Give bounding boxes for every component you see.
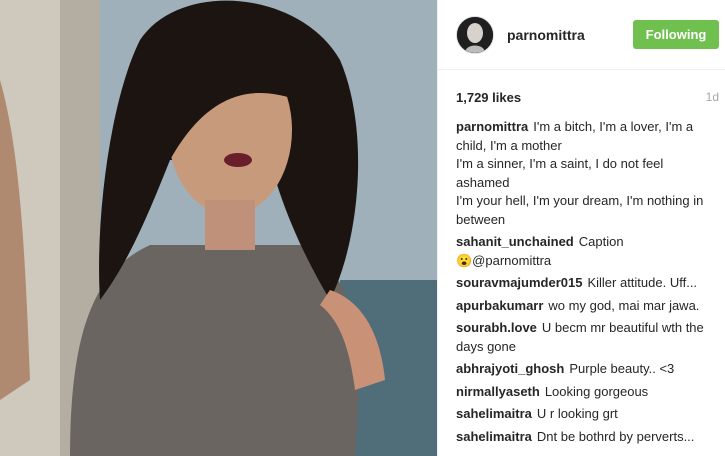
likes-count[interactable]: 1,729 likes (456, 90, 521, 105)
list-item: nirmallyaseth Looking gorgeous (456, 383, 717, 402)
comment-username[interactable]: nirmallyaseth (456, 384, 540, 399)
comment-username[interactable]: sahelimaitra (456, 429, 532, 444)
comment-username[interactable]: sahanit_unchained (456, 234, 574, 249)
comment-username[interactable]: sourabh.love (456, 320, 537, 335)
photo-image (0, 0, 437, 456)
list-item: sahelimaitra U r looking grt (456, 405, 717, 424)
list-item: sahelimaitra Dnt be bothrd by perverts... (456, 428, 717, 447)
comment-text: Looking gorgeous (544, 383, 649, 399)
following-button[interactable]: Following (633, 20, 719, 49)
caption: parnomittra I'm a bitch, I'm a lover, I'm… (456, 118, 717, 229)
comment-text: Killer attitude. Uff... (587, 275, 698, 290)
caption-text: I'm a bitch, I'm a lover, I'm a child, I… (456, 119, 704, 227)
comment-text: wo my god, mai mar jawa. (548, 297, 700, 313)
post-age[interactable]: 1d (706, 90, 719, 105)
list-item: sourabh.love U becm mr beautiful wth the … (456, 319, 717, 356)
comment-username[interactable]: apurbakumarr (456, 298, 543, 313)
comment-username[interactable]: souravmajumder015 (456, 275, 582, 290)
post-header: parnomittra Following (438, 0, 725, 70)
comment-text: Purple beauty.. <3 (569, 361, 675, 376)
comment-text: U r looking grt (536, 406, 618, 421)
post-photo[interactable] (0, 0, 437, 456)
comment-text: Dnt be bothrd by perverts... (536, 428, 695, 444)
comment-list: parnomittra I'm a bitch, I'm a lover, I'm… (438, 105, 725, 446)
list-item: apurbakumarr wo my god, mai mar jawa. (456, 297, 717, 316)
list-item: abhrajyoti_ghosh Purple beauty.. <3 (456, 360, 717, 379)
comment-username[interactable]: sahelimaitra (456, 406, 532, 421)
comment-username[interactable]: abhrajyoti_ghosh (456, 361, 564, 376)
list-item: souravmajumder015 Killer attitude. Uff... (456, 274, 717, 293)
header-username[interactable]: parnomittra (507, 27, 633, 43)
post-stats: 1,729 likes 1d (438, 70, 725, 105)
avatar[interactable] (456, 15, 494, 54)
caption-username[interactable]: parnomittra (456, 119, 528, 134)
list-item: sahanit_unchained Caption 😮@parnomittra (456, 233, 717, 270)
post-sidebar: parnomittra Following 1,729 likes 1d par… (437, 0, 725, 456)
